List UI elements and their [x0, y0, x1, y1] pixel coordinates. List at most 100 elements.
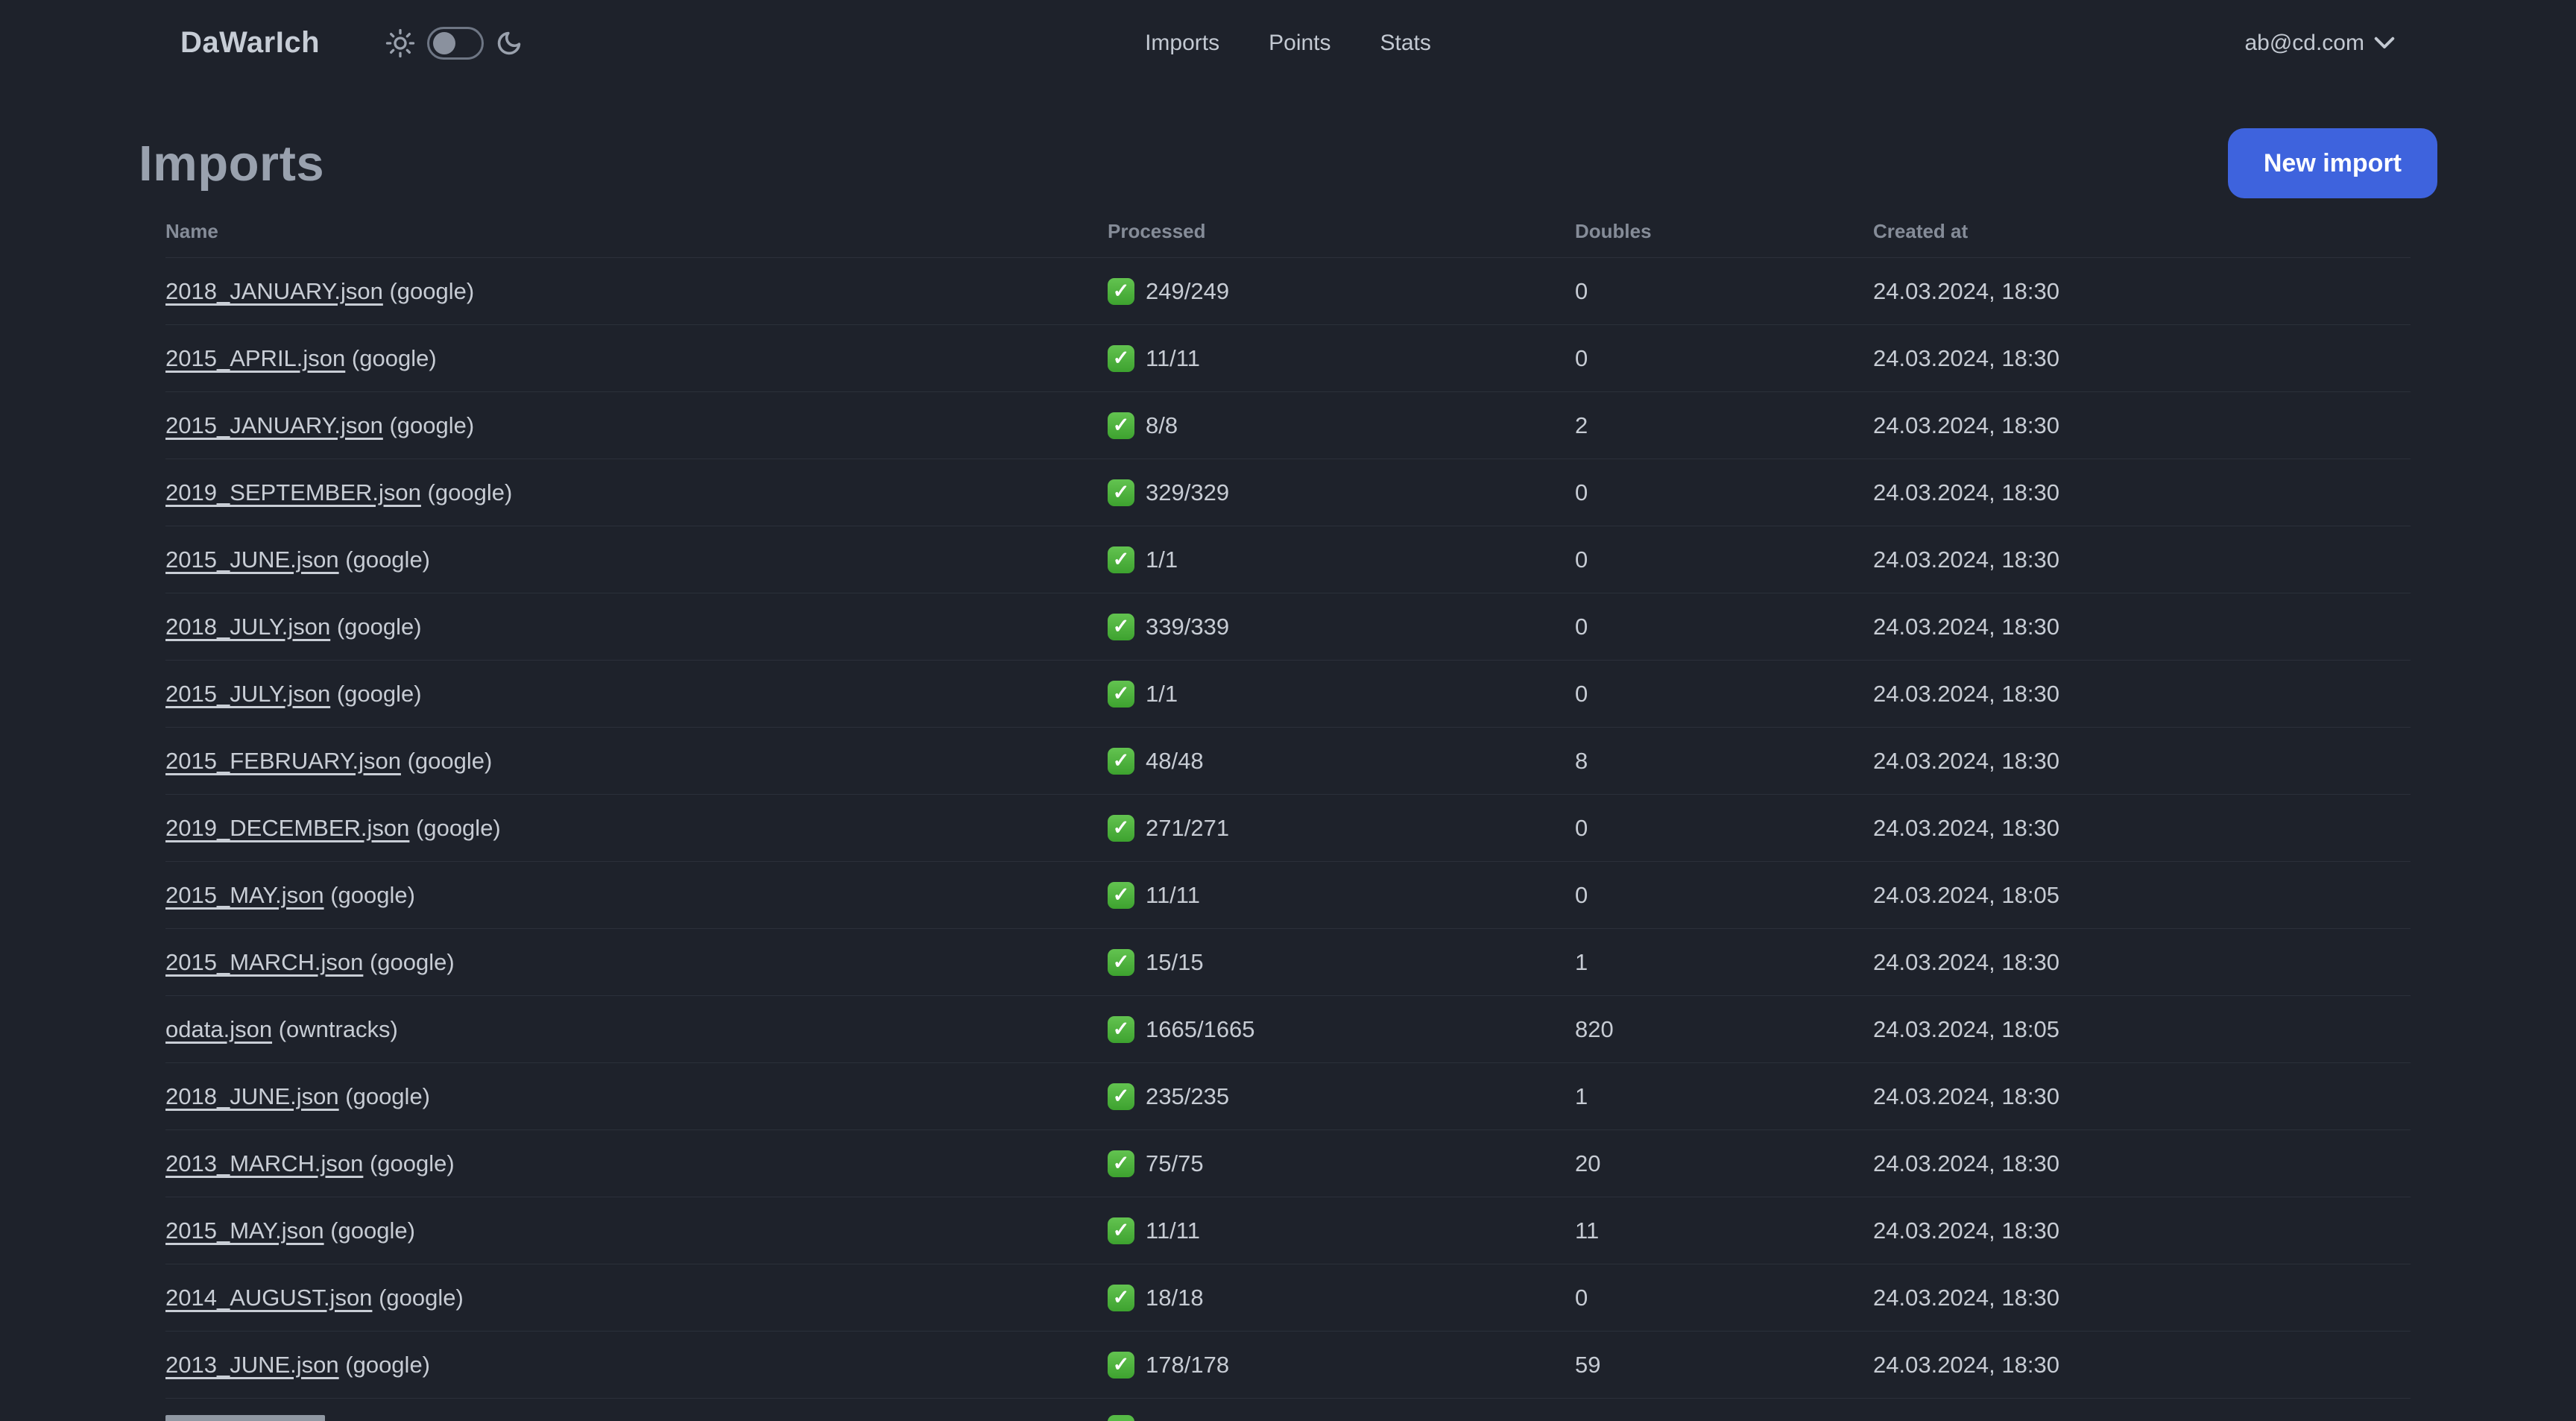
table-row: 2018_JULY.json (google) ✓ 339/339 0 24.0… [165, 593, 2411, 660]
import-name-cell: 2018_JULY.json (google) [165, 614, 1108, 640]
table-row: 2015_APRIL.json (google) ✓ 11/11 0 24.03… [165, 324, 2411, 391]
import-file-link[interactable]: 2015_MAY.json [165, 882, 324, 908]
import-file-link[interactable]: 2018_JULY.json [165, 614, 330, 640]
import-file-link[interactable]: 2015_JULY.json [165, 681, 330, 707]
created-at: 24.03.2024, 18:30 [1873, 344, 2059, 371]
nav-link-imports[interactable]: Imports [1145, 31, 1219, 56]
column-header-created-at: Created at [1873, 219, 1969, 242]
import-source-label: (google) [389, 277, 475, 304]
doubles-count: 0 [1575, 613, 1588, 640]
import-file-link[interactable]: 2018_JUNE.json [165, 1083, 339, 1109]
partial-file-link-sliver [165, 1415, 325, 1421]
new-import-button[interactable]: New import [2227, 128, 2437, 198]
import-file-link[interactable]: 2015_MAY.json [165, 1217, 324, 1244]
column-header-doubles: Doubles [1575, 219, 1652, 242]
account-email: ab@cd.com [2244, 30, 2364, 55]
processed-count: 8/8 [1146, 412, 1178, 438]
processed-cell: ✓ 329/329 [1108, 479, 1575, 506]
column-header-name: Name [165, 219, 218, 242]
table-row: 2019_SEPTEMBER.json (google) ✓ 329/329 0… [165, 459, 2411, 526]
created-at: 24.03.2024, 18:30 [1873, 747, 2059, 774]
processed-cell: ✓ 235/235 [1108, 1083, 1575, 1110]
app-logo[interactable]: DaWarIch [180, 26, 320, 60]
processed-cell: ✓ 11/11 [1108, 881, 1575, 909]
table-row: 2015_JUNE.json (google) ✓ 1/1 0 24.03.20… [165, 526, 2411, 593]
import-source-label: (google) [369, 1150, 455, 1176]
processed-count: 178/178 [1146, 1351, 1230, 1378]
table-row: 2013_MARCH.json (google) ✓ 75/75 20 24.0… [165, 1129, 2411, 1197]
import-source-label: (google) [369, 948, 455, 975]
table-row: 2015_JULY.json (google) ✓ 1/1 0 24.03.20… [165, 660, 2411, 727]
chevron-down-icon [2374, 37, 2395, 48]
import-file-link[interactable]: 2014_AUGUST.json [165, 1285, 372, 1311]
moon-icon [497, 31, 521, 54]
import-name-cell: 2015_APRIL.json (google) [165, 345, 1108, 372]
processed-cell: ✓ 11/11 [1108, 1217, 1575, 1244]
created-at: 24.03.2024, 18:30 [1873, 277, 2059, 304]
doubles-count: 2 [1575, 412, 1588, 438]
import-file-link[interactable]: 2019_DECEMBER.json [165, 815, 409, 841]
main-nav: Imports Points Stats [1145, 31, 1431, 56]
theme-toggle[interactable] [427, 26, 484, 60]
import-source-label: (google) [416, 814, 501, 841]
check-mark-icon: ✓ [1108, 1150, 1134, 1177]
sun-icon [385, 28, 415, 57]
partial-table-row [165, 1398, 2411, 1421]
import-source-label: (google) [351, 344, 437, 371]
import-source-label: (google) [345, 1351, 431, 1378]
import-file-link[interactable]: odata.json [165, 1016, 272, 1042]
import-name-cell: 2015_JANUARY.json (google) [165, 412, 1108, 439]
created-at: 24.03.2024, 18:30 [1873, 412, 2059, 438]
processed-count: 1/1 [1146, 680, 1178, 707]
import-source-label: (google) [427, 479, 513, 505]
import-name-cell: odata.json (owntracks) [165, 1016, 1108, 1043]
check-mark-icon: ✓ [1108, 1217, 1134, 1244]
processed-cell: ✓ 8/8 [1108, 412, 1575, 439]
account-menu[interactable]: ab@cd.com [2244, 31, 2396, 56]
doubles-count: 0 [1575, 546, 1588, 573]
import-source-label: (google) [336, 613, 422, 640]
table-row: odata.json (owntracks) ✓ 1665/1665 820 2… [165, 995, 2411, 1062]
check-mark-icon: ✓ [1108, 881, 1134, 909]
import-file-link[interactable]: 2019_SEPTEMBER.json [165, 479, 421, 505]
created-at: 24.03.2024, 18:30 [1873, 1083, 2059, 1109]
created-at: 24.03.2024, 18:30 [1873, 1217, 2059, 1244]
created-at: 24.03.2024, 18:05 [1873, 881, 2059, 908]
import-name-cell: 2018_JUNE.json (google) [165, 1083, 1108, 1110]
check-mark-icon: ✓ [1108, 680, 1134, 708]
doubles-count: 20 [1575, 1150, 1601, 1176]
table-row: 2019_DECEMBER.json (google) ✓ 271/271 0 … [165, 794, 2411, 861]
import-name-cell: 2019_SEPTEMBER.json (google) [165, 479, 1108, 506]
import-source-label: (google) [345, 546, 431, 573]
nav-link-stats[interactable]: Stats [1380, 31, 1431, 56]
import-file-link[interactable]: 2015_JUNE.json [165, 546, 339, 573]
import-name-cell: 2013_MARCH.json (google) [165, 1150, 1108, 1177]
import-file-link[interactable]: 2018_JANUARY.json [165, 278, 383, 304]
created-at: 24.03.2024, 18:30 [1873, 613, 2059, 640]
import-name-cell: 2015_FEBRUARY.json (google) [165, 748, 1108, 775]
import-file-link[interactable]: 2015_JANUARY.json [165, 412, 383, 438]
doubles-count: 11 [1575, 1217, 1600, 1244]
import-source-label: (google) [389, 412, 475, 438]
created-at: 24.03.2024, 18:30 [1873, 1351, 2059, 1378]
import-file-link[interactable]: 2013_JUNE.json [165, 1352, 339, 1378]
import-source-label: (google) [345, 1083, 431, 1109]
import-file-link[interactable]: 2015_APRIL.json [165, 345, 345, 371]
doubles-count: 0 [1575, 479, 1588, 505]
check-mark-icon: ✓ [1108, 747, 1134, 775]
processed-count: 235/235 [1146, 1083, 1230, 1109]
processed-count: 339/339 [1146, 613, 1230, 640]
table-row: 2015_MAY.json (google) ✓ 11/11 11 24.03.… [165, 1197, 2411, 1264]
nav-link-points[interactable]: Points [1269, 31, 1330, 56]
doubles-count: 0 [1575, 814, 1588, 841]
import-file-link[interactable]: 2015_MARCH.json [165, 949, 363, 975]
page-header: Imports New import [139, 122, 2437, 205]
processed-count: 75/75 [1146, 1150, 1204, 1176]
import-file-link[interactable]: 2015_FEBRUARY.json [165, 748, 401, 774]
table-row: 2015_MAY.json (google) ✓ 11/11 0 24.03.2… [165, 861, 2411, 928]
column-header-processed: Processed [1108, 219, 1206, 242]
import-name-cell: 2014_AUGUST.json (google) [165, 1285, 1108, 1311]
table-header-row: Name Processed Doubles Created at [165, 205, 2411, 257]
created-at: 24.03.2024, 18:30 [1873, 1150, 2059, 1176]
import-file-link[interactable]: 2013_MARCH.json [165, 1150, 363, 1176]
